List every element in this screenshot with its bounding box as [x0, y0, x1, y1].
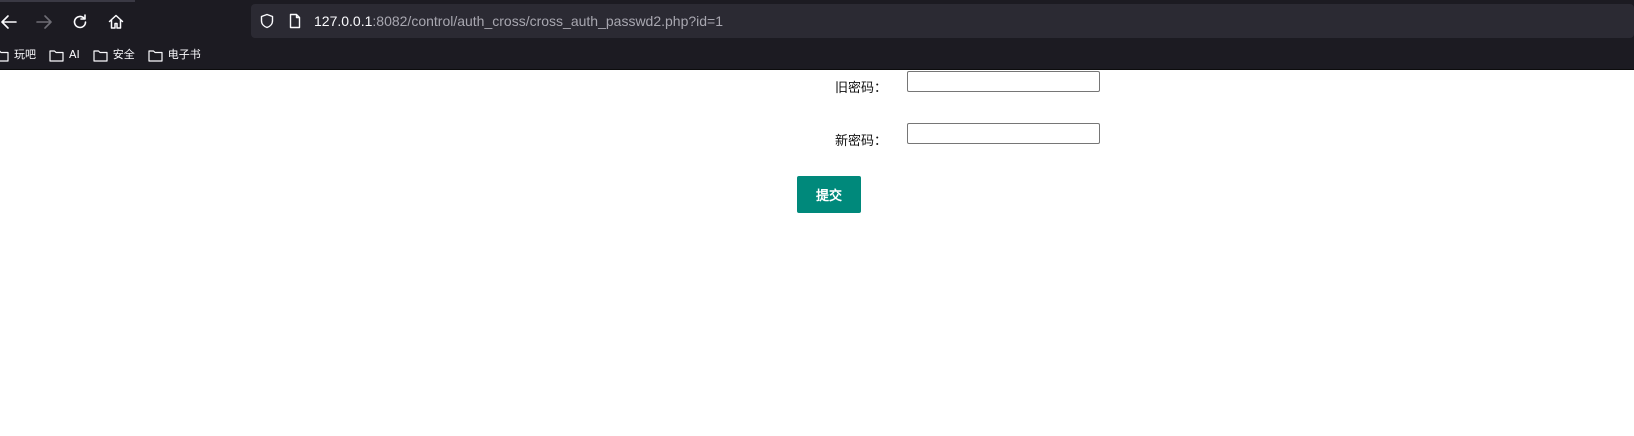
submit-button[interactable]: 提交 — [797, 176, 861, 213]
url-host: 127.0.0.1 — [314, 13, 373, 29]
url-path: :8082/control/auth_cross/cross_auth_pass… — [372, 13, 724, 29]
bookmark-label: 安全 — [112, 48, 135, 61]
url-text[interactable]: 127.0.0.1:8082/control/auth_cross/cross_… — [314, 12, 723, 30]
folder-icon — [93, 49, 108, 62]
bookmark-label: 电子书 — [167, 48, 201, 61]
bookmark-label: AI — [69, 48, 80, 61]
page-content: 旧密码： 新密码： 提交 — [0, 71, 1634, 436]
bookmark-folder-ai[interactable]: AI — [49, 44, 80, 66]
browser-toolbar: 127.0.0.1:8082/control/auth_cross/cross_… — [0, 0, 1634, 70]
folder-icon — [49, 49, 64, 62]
reload-icon — [73, 14, 87, 29]
old-password-input[interactable] — [907, 71, 1100, 92]
home-icon — [108, 14, 124, 29]
bookmarks-bar: 玩吧 AI 安全 电子书 — [0, 44, 214, 66]
tab-strip-edge — [0, 0, 135, 2]
old-password-label: 旧密码： — [835, 81, 888, 96]
new-password-input[interactable] — [907, 123, 1100, 144]
home-button[interactable] — [103, 9, 129, 35]
forward-icon — [36, 15, 52, 29]
bookmark-folder-wanba[interactable]: 玩吧 — [0, 44, 36, 66]
folder-icon — [0, 50, 9, 62]
bookmark-label: 玩吧 — [14, 48, 36, 61]
folder-icon — [148, 49, 163, 62]
page-icon[interactable] — [287, 13, 303, 29]
bookmark-folder-ebooks[interactable]: 电子书 — [148, 44, 201, 66]
address-bar[interactable]: 127.0.0.1:8082/control/auth_cross/cross_… — [251, 4, 1634, 38]
forward-button[interactable] — [31, 9, 57, 35]
new-password-label: 新密码： — [835, 134, 888, 149]
shield-icon[interactable] — [259, 13, 275, 29]
back-icon — [1, 15, 17, 29]
back-button[interactable] — [0, 9, 22, 35]
bookmark-folder-security[interactable]: 安全 — [93, 44, 135, 66]
reload-button[interactable] — [67, 9, 93, 35]
